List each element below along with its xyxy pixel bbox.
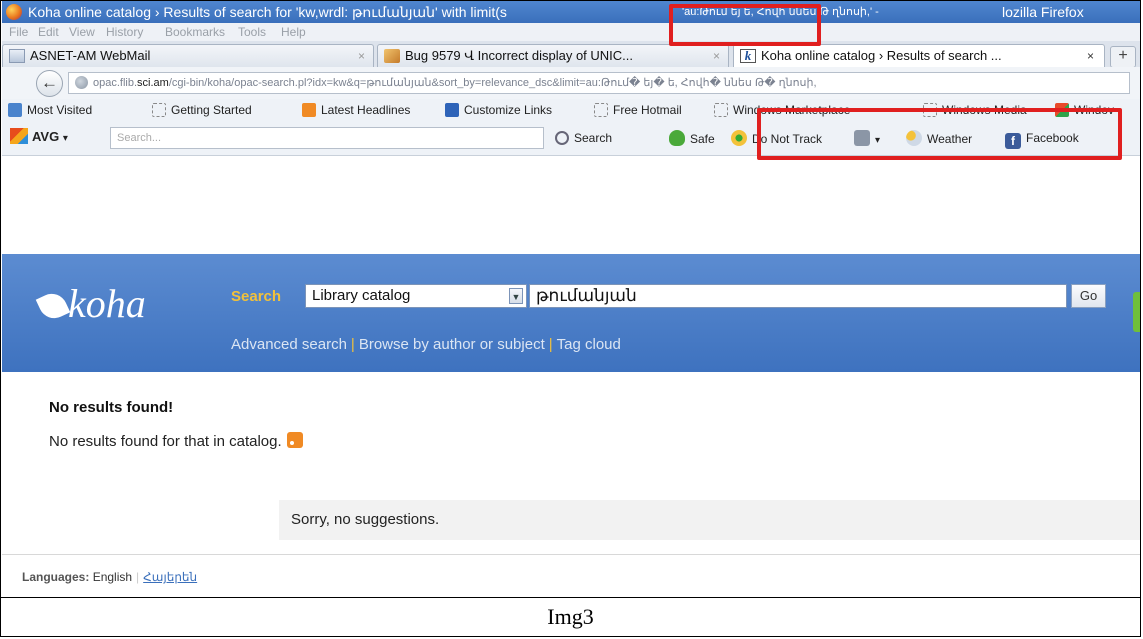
- bookmark-getting-started[interactable]: Getting Started: [152, 99, 252, 121]
- avg-safe-label: Safe: [690, 132, 715, 146]
- magnifier-icon: [555, 131, 569, 145]
- menu-file[interactable]: File: [9, 23, 28, 41]
- languages-label: Languages:: [22, 570, 90, 584]
- url-host: sci.am: [137, 77, 169, 89]
- caption-strip: Img3: [1, 597, 1140, 636]
- link-separator: |: [350, 336, 355, 353]
- url-text: opac.flib.sci.am/cgi-bin/koha/opac-searc…: [93, 73, 817, 93]
- avg-search-input[interactable]: Search...: [110, 127, 544, 149]
- tab-webmail-close-icon[interactable]: ×: [358, 45, 365, 67]
- koha-header: koha Search Library catalog ▼ թումանյան …: [2, 254, 1140, 372]
- shield-check-icon: [669, 130, 685, 146]
- language-separator: |: [136, 570, 140, 584]
- highlight-box-url: [757, 108, 1122, 160]
- msn-icon: [445, 103, 459, 117]
- avg-search-label: Search: [574, 131, 613, 145]
- menu-edit[interactable]: Edit: [38, 23, 59, 41]
- koha-logo-text: koha: [68, 281, 146, 326]
- url-rest: /cgi-bin/koha/opac-search.pl?idx=kw&q=թո…: [168, 77, 817, 89]
- bookmark-label: Free Hotmail: [613, 103, 682, 117]
- bookmark-latest-headlines[interactable]: Latest Headlines: [302, 99, 410, 121]
- catalog-select-value: Library catalog: [312, 287, 411, 304]
- tab-koha-close-icon[interactable]: ×: [1087, 45, 1094, 67]
- page-icon: [594, 103, 608, 117]
- no-results-text: No results found for that in catalog.: [49, 433, 282, 450]
- bugzilla-favicon-icon: [384, 49, 400, 63]
- browser-screenshot: Koha online catalog › Results of search …: [2, 1, 1140, 597]
- webmail-favicon-icon: [9, 49, 25, 63]
- menubar: File Edit View History Bookmarks Tools H…: [2, 23, 1140, 41]
- navigation-bar: ← opac.flib.sci.am/cgi-bin/koha/opac-sea…: [2, 67, 1140, 100]
- search-query-input[interactable]: թումանյան: [529, 284, 1067, 308]
- tab-webmail[interactable]: ASNET-AM WebMail ×: [2, 44, 374, 67]
- site-identity-icon[interactable]: [75, 76, 88, 89]
- bookmark-label: Getting Started: [171, 103, 252, 117]
- avg-safe[interactable]: Safe: [669, 130, 715, 147]
- menu-tools[interactable]: Tools: [238, 23, 266, 41]
- suggestions-box: Sorry, no suggestions.: [279, 500, 1140, 540]
- url-bar[interactable]: opac.flib.sci.am/cgi-bin/koha/opac-searc…: [68, 72, 1130, 94]
- menu-bookmarks[interactable]: Bookmarks: [165, 23, 225, 41]
- menu-view[interactable]: View: [69, 23, 95, 41]
- catalog-select[interactable]: Library catalog ▼: [305, 284, 527, 308]
- avg-dropdown-icon: ▾: [62, 133, 68, 144]
- bookmark-most-visited[interactable]: Most Visited: [8, 99, 92, 121]
- highlight-box-title: [669, 4, 821, 46]
- tab-koha[interactable]: k Koha online catalog › Results of searc…: [733, 44, 1105, 68]
- no-results-heading: No results found!: [49, 399, 174, 416]
- bookmark-free-hotmail[interactable]: Free Hotmail: [594, 99, 682, 121]
- language-armenian-link[interactable]: Հայերեն: [143, 570, 197, 584]
- figure-frame: Koha online catalog › Results of search …: [0, 0, 1141, 637]
- search-links: Advanced search | Browse by author or subj…: [231, 336, 621, 353]
- figure-caption: Img3: [547, 604, 594, 629]
- menu-history[interactable]: History: [106, 23, 143, 41]
- tab-bug-label: Bug 9579 Վ Incorrect display of UNIC...: [405, 48, 634, 63]
- tab-bug[interactable]: Bug 9579 Վ Incorrect display of UNIC... …: [377, 44, 729, 67]
- language-current: English: [92, 570, 133, 584]
- most-visited-icon: [8, 103, 22, 117]
- tab-koha-label: Koha online catalog › Results of search …: [761, 48, 1002, 63]
- bookmark-label: Customize Links: [464, 103, 553, 117]
- window-title-prefix: Koha online catalog › Results of search …: [28, 4, 507, 20]
- koha-logo[interactable]: koha: [35, 280, 146, 327]
- tab-bug-close-icon[interactable]: ×: [713, 45, 720, 67]
- cart-button-edge[interactable]: [1133, 292, 1140, 332]
- bookmark-customize-links[interactable]: Customize Links: [445, 99, 552, 121]
- advanced-search-link[interactable]: Advanced search: [231, 336, 347, 353]
- new-tab-button[interactable]: +: [1110, 46, 1136, 68]
- language-selector: Languages: English | Հայերեն: [22, 570, 197, 584]
- window-titlebar: Koha online catalog › Results of search …: [2, 1, 1140, 23]
- avg-icon: [10, 128, 28, 144]
- back-button[interactable]: ←: [36, 70, 63, 97]
- koha-leaf-icon: [35, 288, 71, 324]
- window-app-name: lozilla Firefox: [1002, 4, 1084, 20]
- menu-help[interactable]: Help: [281, 23, 306, 41]
- tab-bar: ASNET-AM WebMail × Bug 9579 Վ Incorrect …: [2, 41, 1140, 68]
- firefox-icon: [6, 4, 22, 20]
- tab-webmail-label: ASNET-AM WebMail: [30, 48, 151, 63]
- tag-cloud-link[interactable]: Tag cloud: [557, 336, 621, 353]
- avg-search-button[interactable]: Search: [555, 130, 612, 146]
- go-button[interactable]: Go: [1071, 284, 1106, 308]
- link-separator: |: [548, 336, 553, 353]
- page-icon: [714, 103, 728, 117]
- no-results-message: No results found for that in catalog.: [49, 432, 303, 450]
- footer-divider: [2, 554, 1140, 555]
- avg-logo-text: AVG: [32, 129, 60, 144]
- browse-link[interactable]: Browse by author or subject: [359, 336, 545, 353]
- url-prefix: opac.flib.: [93, 77, 138, 89]
- do-not-track-icon: [731, 130, 747, 146]
- avg-logo[interactable]: AVG ▾: [10, 128, 68, 144]
- window-title: Koha online catalog › Results of search …: [28, 1, 507, 23]
- chevron-down-icon[interactable]: ▼: [509, 288, 523, 304]
- rss-icon: [302, 103, 316, 117]
- bookmark-label: Most Visited: [27, 103, 93, 117]
- koha-favicon-icon: k: [740, 49, 756, 63]
- bookmark-label: Latest Headlines: [321, 103, 411, 117]
- rss-icon[interactable]: [286, 432, 303, 448]
- search-label: Search: [231, 288, 282, 305]
- page-icon: [152, 103, 166, 117]
- suggestions-text: Sorry, no suggestions.: [291, 511, 440, 528]
